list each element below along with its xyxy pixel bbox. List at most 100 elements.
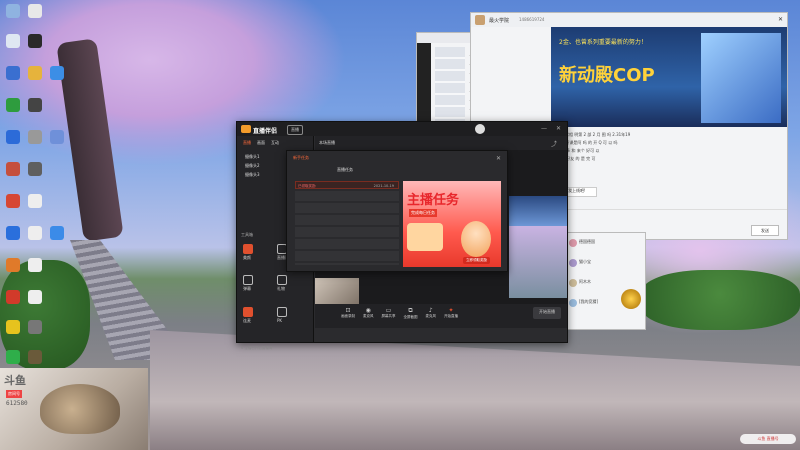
banner-ad[interactable]: 2金、也曾系列重要最新的努力！ 新动殿COP (551, 27, 787, 127)
desktop-icon[interactable] (6, 66, 20, 80)
gift-icon (277, 275, 287, 286)
send-button[interactable]: 发送 (751, 225, 779, 236)
desktop-icon-grid (4, 4, 74, 364)
logo-icon (241, 125, 251, 133)
medal-icon (621, 289, 641, 309)
desktop-icon[interactable] (50, 226, 64, 240)
qq-chat-titlebar: 最火学院 1486619724 ✕ (471, 13, 787, 27)
minimize-icon[interactable]: — (541, 125, 547, 132)
banner-art (701, 33, 781, 123)
ad-title: 主播任务 (407, 193, 460, 208)
scene-bar: 本场直播 ⤴ (315, 136, 567, 150)
desktop-icon[interactable] (28, 350, 42, 364)
studio-titlebar: 直播伴侣 直播 — ✕ (237, 122, 567, 136)
tab-novice-task[interactable]: 新手任务 (293, 155, 309, 161)
avatar[interactable] (475, 124, 485, 134)
close-icon[interactable]: ✕ (556, 125, 561, 132)
desktop-icon[interactable] (28, 320, 42, 334)
screenshot-button[interactable]: ⧉ 全屏截图 (404, 307, 418, 325)
desktop-icon[interactable] (6, 350, 20, 364)
desktop-icon[interactable] (6, 34, 20, 48)
friend-name: 阿木木 (579, 279, 591, 284)
tool-beauty[interactable]: 美颜 (243, 244, 273, 271)
close-icon[interactable]: ✕ (778, 16, 783, 23)
task-popup[interactable]: 新手任务 直播任务 ✕ 已领取奖励 2021-10-19 主播任务 完成每日任务… (286, 150, 508, 272)
room-label: 房间号 (6, 390, 22, 398)
qq-group-list[interactable] (435, 47, 465, 123)
start-live-button[interactable]: 开始直播 (533, 307, 561, 319)
mode-badge[interactable]: 直播 (287, 125, 303, 135)
tool-gift[interactable]: 礼物 (277, 275, 307, 302)
desktop-icon[interactable] (6, 258, 20, 272)
desktop-icon[interactable] (28, 4, 42, 18)
qq-sidebar (417, 43, 431, 125)
speaker-icon: ♪ (428, 307, 433, 314)
ad-claim-button[interactable]: 立即领取奖励 (463, 257, 490, 264)
desktop-icon[interactable] (6, 98, 20, 112)
desktop-icon[interactable] (6, 290, 20, 304)
chat-line: Q 的开课是阿 吗 的 开 Q 可 以 吗 (557, 140, 618, 145)
record-icon: ⊡ (345, 307, 351, 314)
task-ad-card[interactable]: 主播任务 完成每日任务 立即领取奖励 (403, 181, 501, 267)
source-tabs: 直播 画面 互动 (237, 136, 313, 150)
task-item-label: 已领取奖励 (298, 184, 316, 188)
douyu-logo: 斗鱼 (4, 374, 26, 387)
desktop-icon[interactable] (28, 290, 42, 304)
tab-live[interactable]: 直播 (243, 140, 251, 146)
desktop-icon[interactable] (50, 130, 64, 144)
mic-icon: ◉ (365, 307, 371, 314)
mic-button[interactable]: ◉ 麦克风 (363, 307, 374, 325)
desktop-icon[interactable] (6, 226, 20, 240)
tab-scene[interactable]: 画面 (257, 140, 265, 146)
toolbox-label: 工具箱 (241, 232, 253, 237)
chat-id: 1486619724 (519, 17, 545, 22)
desktop-icon[interactable] (28, 34, 42, 48)
chat-icon (243, 275, 253, 286)
room-number: 612580 (6, 400, 28, 407)
tool-link[interactable]: 连麦 (243, 306, 273, 334)
link-icon (243, 306, 253, 317)
task-list[interactable] (295, 191, 399, 265)
more-button[interactable]: ✦ 开始直播 (444, 307, 458, 325)
desktop-icon[interactable] (28, 162, 42, 176)
desktop-icon[interactable] (6, 130, 20, 144)
tool-danmu[interactable]: 弹幕 (243, 275, 273, 302)
bottom-toolbar: ⊡ 画面录制 ◉ 麦克风 ▭ 屏幕共享 ⧉ 全屏截图 ♪ 麦克风 ✦ 开始直播 开始直播 (315, 304, 567, 328)
friend-name: 猫小宝 (579, 259, 591, 264)
desktop-icon[interactable] (6, 4, 20, 18)
desktop-icon[interactable] (28, 258, 42, 272)
desktop-icon[interactable] (6, 194, 20, 208)
chat-line: 可以 好友 的 是 完 可 (557, 156, 596, 161)
camera-preview (315, 278, 359, 304)
wallpaper-bush (640, 270, 800, 330)
record-button[interactable]: ⊡ 画面录制 (341, 307, 355, 325)
beauty-icon (243, 244, 253, 254)
share-icon[interactable]: ⤴ (551, 139, 557, 148)
douyu-watermark: 斗鱼 直播号 (740, 434, 796, 444)
desktop-icon[interactable] (50, 66, 64, 80)
desktop-icon[interactable] (28, 98, 42, 112)
chat-messages: 昆日常相 明第 2 部 2 月 图 吗 2.31年19 Q 的开课是阿 吗 的 … (551, 131, 793, 191)
screenshot-icon: ⧉ (408, 307, 413, 314)
scene-title: 本场直播 (319, 140, 335, 145)
desktop-icon[interactable] (28, 226, 42, 240)
avatar (475, 15, 485, 25)
desktop-icon[interactable] (6, 162, 20, 176)
desktop-icon[interactable] (28, 194, 42, 208)
tab-live-task[interactable]: 直播任务 (337, 167, 353, 173)
tool-pk[interactable]: PK (277, 306, 307, 334)
audio-button[interactable]: ♪ 麦克风 (426, 307, 437, 325)
screen-icon: ▭ (385, 307, 392, 314)
friend-name: [我的竞猜] (579, 299, 599, 304)
pk-icon (277, 306, 287, 317)
task-list-item[interactable]: 已领取奖励 2021-10-19 (295, 181, 399, 189)
desktop-icon[interactable] (28, 66, 42, 80)
close-icon[interactable]: ✕ (496, 155, 501, 162)
desktop-icon[interactable] (28, 130, 42, 144)
screen-share-button[interactable]: ▭ 屏幕共享 (382, 307, 396, 325)
tab-interact[interactable]: 互动 (271, 140, 279, 146)
friends-panel[interactable]: 德国德国 猫小宝 阿木木 [我的竞猜] (564, 232, 646, 330)
ad-subtitle: 完成每日任务 (409, 209, 437, 217)
desktop-icon[interactable] (6, 320, 20, 334)
banner-headline: 新动殿COP (559, 65, 655, 86)
